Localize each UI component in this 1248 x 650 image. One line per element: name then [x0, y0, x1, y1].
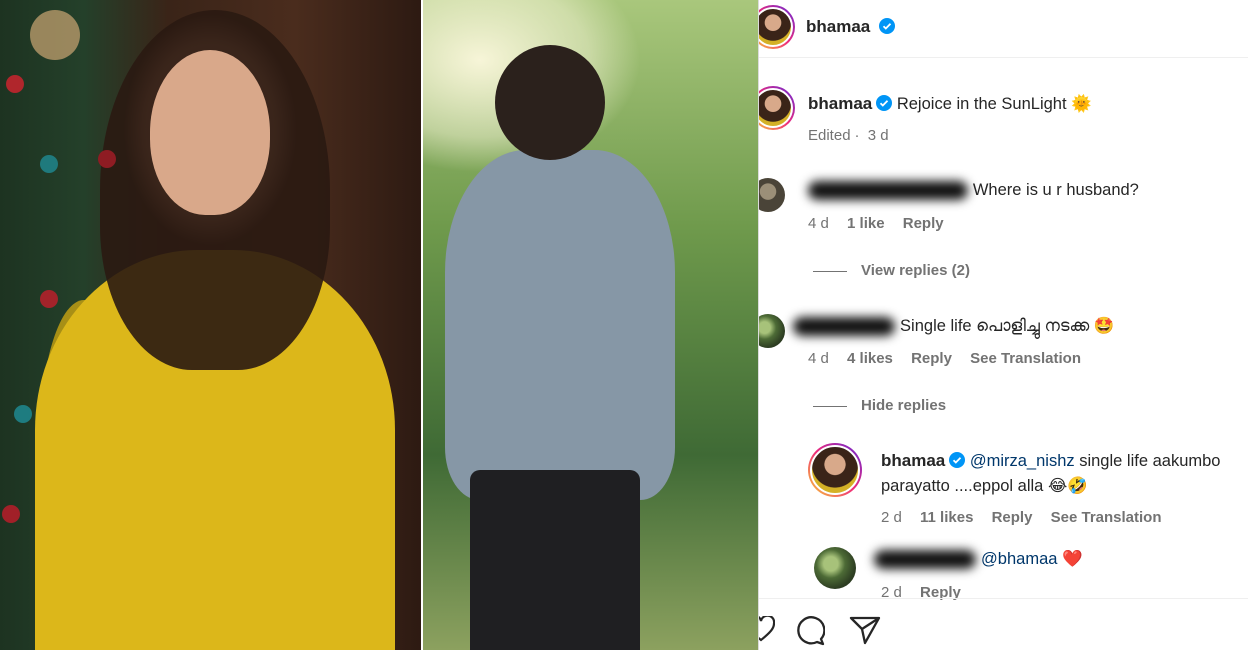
comment-icon[interactable] [795, 616, 825, 646]
post-time[interactable]: 3 d [868, 127, 889, 144]
hide-replies-button[interactable]: Hide replies [813, 397, 960, 414]
post-header: bhamaa [759, 0, 1248, 58]
reply-likes[interactable]: 11 likes [920, 509, 973, 526]
avatar[interactable] [808, 443, 862, 497]
heart-icon[interactable] [758, 616, 775, 642]
verified-badge-icon [876, 95, 893, 111]
caption-username[interactable]: bhamaa [808, 94, 872, 113]
share-icon[interactable] [849, 615, 881, 645]
reply-button[interactable]: Reply [992, 509, 1033, 526]
face [150, 50, 270, 215]
see-translation-button[interactable]: See Translation [1051, 509, 1162, 526]
edited-label: Edited [808, 127, 851, 144]
reply-time[interactable]: 2 d [881, 509, 902, 526]
comment-text: Single life പൊളിച്ചു നടക്ക [900, 317, 1090, 335]
reply-meta: 2 d 11 likes Reply See Translation [881, 509, 1176, 526]
ornament [98, 150, 116, 168]
caption: bhamaa Rejoice in the SunLight 🌞 [808, 94, 1092, 114]
ornament [40, 155, 58, 173]
head [495, 45, 605, 160]
comment-username-blurred[interactable]: mahesha4mahesha [808, 181, 969, 200]
see-translation-button[interactable]: See Translation [970, 350, 1081, 367]
mention-link[interactable]: @mirza_nishz [970, 452, 1075, 470]
avatar[interactable] [759, 5, 795, 49]
caption-meta: Edited · 3 d [808, 127, 889, 144]
sun-emoji: 🌞 [1071, 94, 1092, 113]
avatar[interactable] [759, 86, 795, 130]
ornament [2, 505, 20, 523]
action-bar [759, 598, 1248, 650]
comment-username-blurred[interactable]: mirza_nishz [793, 317, 896, 336]
comment-time[interactable]: 4 d [808, 350, 829, 367]
instagram-post-pane: bhamaa bhamaa Rejoice in the SunLight 🌞 … [758, 0, 1248, 650]
ornament [14, 405, 32, 423]
reply-button[interactable]: Reply [911, 350, 952, 367]
denim-shirt [445, 150, 675, 500]
comment-time[interactable]: 4 d [808, 215, 829, 232]
heart-emoji: ❤️ [1062, 549, 1083, 568]
comment: mahesha4mahesha Where is u r husband? [808, 181, 1139, 200]
verified-badge-icon [878, 18, 895, 34]
avatar[interactable] [814, 547, 856, 589]
caption-text: Rejoice in the SunLight [896, 95, 1067, 113]
comment-likes[interactable]: 4 likes [847, 350, 893, 367]
avatar[interactable] [759, 178, 785, 212]
comment-meta: 4 d 1 like Reply [808, 215, 958, 232]
verified-badge-icon [949, 452, 966, 468]
reply-text: single life aakumbo [1079, 452, 1221, 470]
reply: mirza_nishz @bhamaa ❤️ [874, 549, 1083, 569]
ornament [6, 75, 24, 93]
header-username[interactable]: bhamaa [806, 17, 895, 37]
laughing-emoji: 😂🤣 [1047, 476, 1088, 495]
black-pants [470, 470, 640, 650]
reply: bhamaa @mirza_nishz single life aakumbo [881, 451, 1220, 471]
reply-username[interactable]: bhamaa [881, 451, 945, 470]
mention-link[interactable]: @bhamaa [981, 550, 1057, 568]
comment-meta: 4 d 4 likes Reply See Translation [808, 350, 1095, 367]
ornament [40, 290, 58, 308]
dash-line [813, 405, 847, 407]
reply-button[interactable]: Reply [903, 215, 944, 232]
reply-username-blurred[interactable]: mirza_nishz [874, 550, 977, 569]
avatar[interactable] [759, 314, 785, 348]
reply-text-line2: parayatto ....eppol alla 😂🤣 [881, 476, 1088, 495]
post-photo-left [0, 0, 421, 650]
view-replies-button[interactable]: View replies (2) [813, 262, 984, 279]
ornament-star [30, 10, 80, 60]
comment-likes[interactable]: 1 like [847, 215, 885, 232]
star-eyes-emoji: 🤩 [1093, 316, 1115, 335]
comment: mirza_nishz Single life പൊളിച്ചു നടക്ക 🤩 [793, 316, 1114, 336]
comment-text: Where is u r husband? [972, 181, 1139, 199]
dash-line [813, 270, 847, 272]
